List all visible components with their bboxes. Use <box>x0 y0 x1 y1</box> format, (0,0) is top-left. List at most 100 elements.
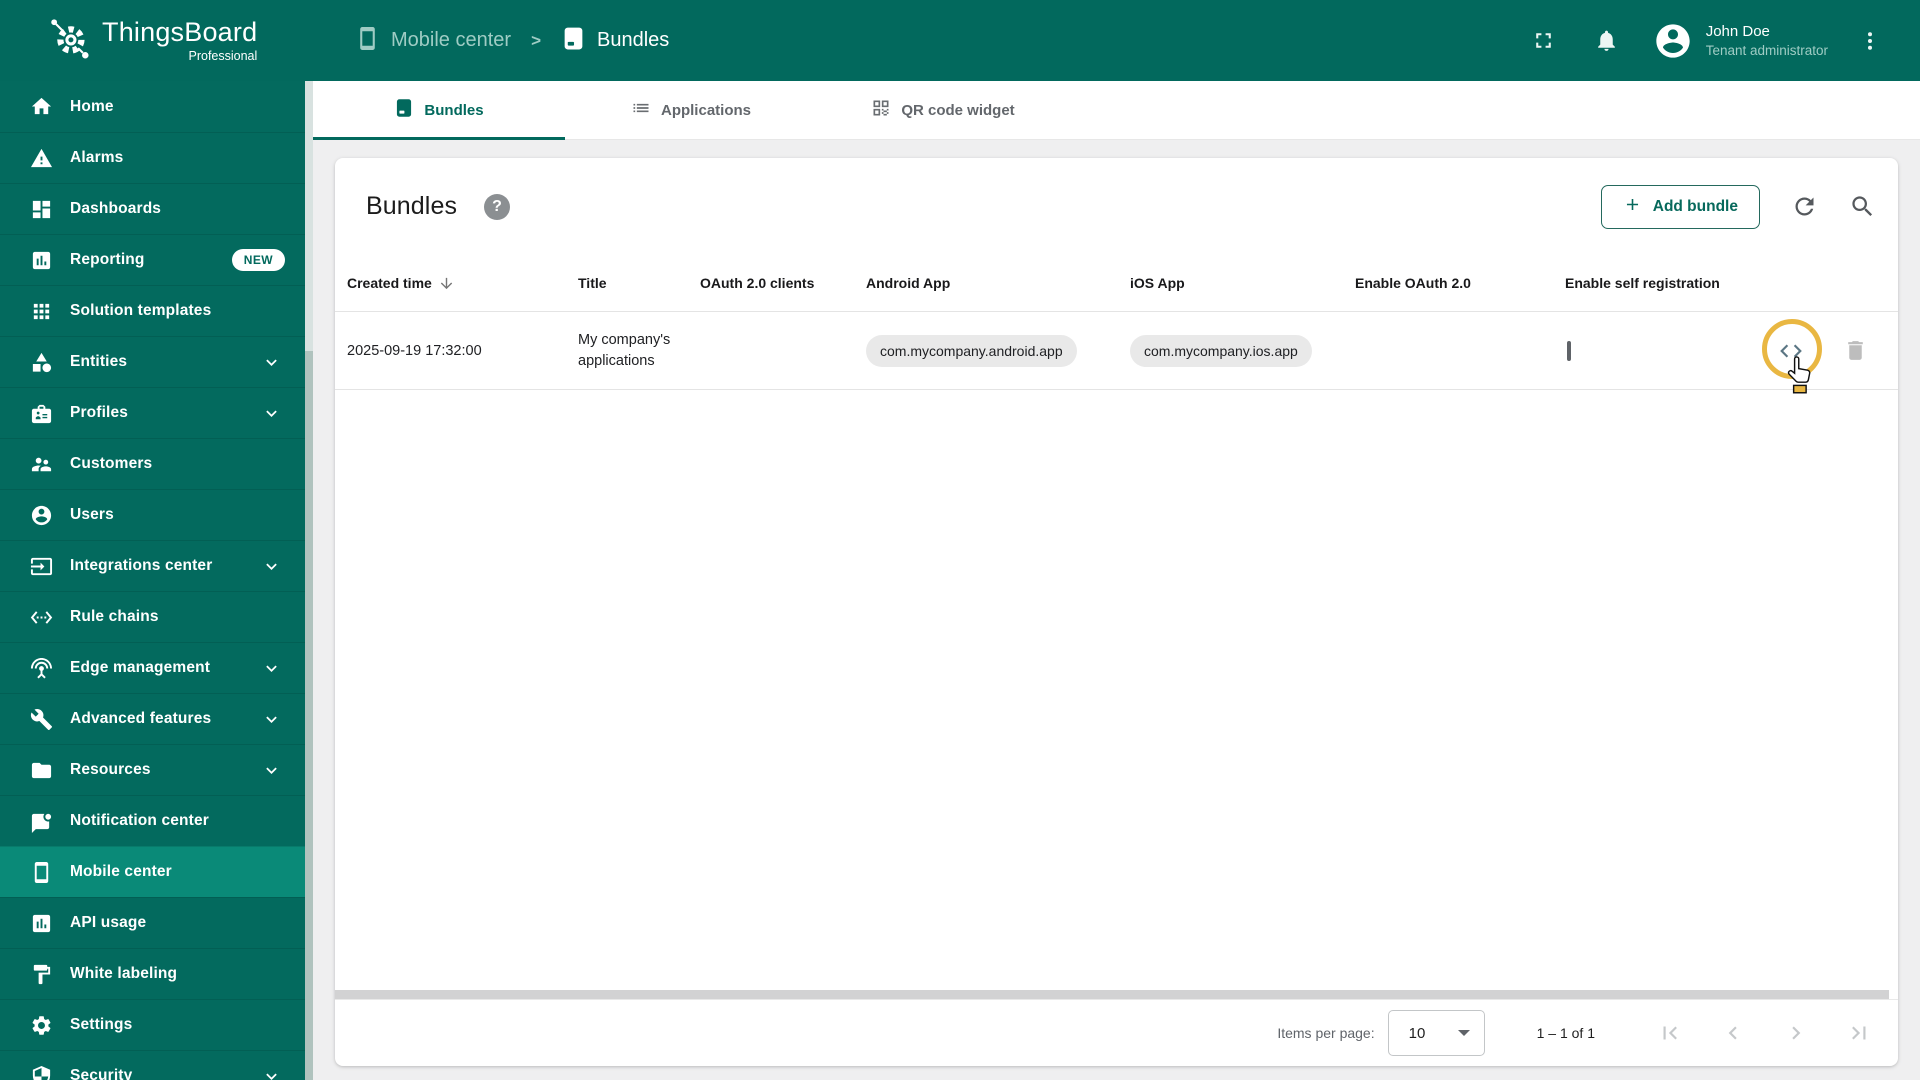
main-content: Bundles Applications QR code widget Bund… <box>313 81 1920 1080</box>
horizontal-scrollbar-thumb[interactable] <box>335 990 1889 999</box>
sidebar-item-settings[interactable]: Settings <box>0 999 305 1050</box>
card-header: Bundles ? Add bundle <box>335 158 1898 255</box>
tab-label: Applications <box>660 101 751 119</box>
sidebar-item-edge-management[interactable]: Edge management <box>0 642 305 693</box>
page-range-label: 1 – 1 of 1 <box>1536 1025 1595 1041</box>
sidebar-item-dashboards[interactable]: Dashboards <box>0 183 305 234</box>
sidebar-item-solution-templates[interactable]: Solution templates <box>0 285 305 336</box>
cell-enable-oauth <box>1355 343 1565 359</box>
category-icon <box>30 351 53 374</box>
user-name: John Doe <box>1705 22 1770 40</box>
rule-chain-icon <box>30 606 53 629</box>
sidebar-item-api-usage[interactable]: API usage <box>0 897 305 948</box>
android-app-chip: com.mycompany.android.app <box>866 334 1077 367</box>
tab-label: Bundles <box>424 101 484 119</box>
warning-icon <box>30 147 53 170</box>
header-actions: John Doe Tenant administrator <box>1531 21 1920 61</box>
breadcrumb-mobile-center[interactable]: Mobile center <box>355 26 511 56</box>
items-per-page-label: Items per page: <box>1277 1025 1375 1041</box>
mobile-app-code-snippet-icon[interactable] <box>1778 338 1804 364</box>
sidebar-scrollbar <box>305 81 313 1080</box>
tab-bundles[interactable]: Bundles <box>313 81 565 140</box>
table-empty-area <box>335 390 1898 990</box>
first-page-icon[interactable] <box>1657 1020 1683 1046</box>
column-header-enable-oauth: Enable OAuth 2.0 <box>1355 275 1471 291</box>
sidebar-item-alarms[interactable]: Alarms <box>0 132 305 183</box>
column-header-created-time[interactable]: Created time <box>347 275 578 292</box>
report-icon <box>30 249 53 272</box>
column-header-title: Title <box>578 275 607 291</box>
user-menu[interactable]: John Doe Tenant administrator <box>1706 22 1828 60</box>
smartphone-icon <box>355 26 380 56</box>
chevron-down-icon <box>261 1066 282 1080</box>
more-options-kebab-icon[interactable] <box>1858 29 1882 53</box>
notification-icon <box>30 810 53 833</box>
cell-created-time: 2025-09-19 17:32:00 <box>347 342 482 359</box>
bundle-icon <box>561 26 586 56</box>
apps-grid-icon <box>30 300 53 323</box>
sidebar-menu: Home Alarms Dashboards Reporting NEW Sol… <box>0 81 305 1080</box>
refresh-icon[interactable] <box>1791 193 1818 220</box>
page-size-select[interactable]: 10 <box>1387 1010 1485 1056</box>
home-icon <box>30 95 53 118</box>
breadcrumb-bundles[interactable]: Bundles <box>561 26 669 56</box>
tab-label: QR code widget <box>901 101 1015 119</box>
bundles-table-card: Bundles ? Add bundle Created time Title … <box>335 158 1898 1066</box>
user-role: Tenant administrator <box>1705 42 1828 58</box>
previous-page-icon[interactable] <box>1720 1020 1746 1046</box>
sidebar-item-white-labeling[interactable]: White labeling <box>0 948 305 999</box>
card-header-actions: Add bundle <box>1600 184 1876 229</box>
next-page-icon[interactable] <box>1783 1020 1809 1046</box>
dropdown-caret-icon <box>1457 1030 1470 1036</box>
sidebar-item-users[interactable]: Users <box>0 489 305 540</box>
user-avatar[interactable] <box>1653 21 1693 61</box>
plus-icon <box>1623 195 1642 219</box>
add-bundle-button[interactable]: Add bundle <box>1600 184 1760 229</box>
sidebar-item-integrations-center[interactable]: Integrations center <box>0 540 305 591</box>
badge-icon <box>30 402 53 425</box>
sidebar-item-security[interactable]: Security <box>0 1050 305 1080</box>
sidebar-item-mobile-center[interactable]: Mobile center <box>0 846 305 897</box>
paginator-buttons <box>1657 1020 1872 1046</box>
bundle-icon <box>394 98 414 122</box>
brand-subtitle: Professional <box>188 48 258 63</box>
ios-app-chip: com.mycompany.ios.app <box>1130 334 1312 367</box>
sidebar-item-entities[interactable]: Entities <box>0 336 305 387</box>
search-icon[interactable] <box>1849 193 1876 220</box>
fullscreen-icon[interactable] <box>1531 28 1556 53</box>
logo-text: ThingsBoard Professional <box>102 17 258 63</box>
qr-code-icon <box>871 98 891 122</box>
chart-icon <box>30 912 53 935</box>
help-icon[interactable]: ? <box>484 193 511 220</box>
sort-desc-arrow-icon <box>438 275 455 292</box>
sidebar-item-notification-center[interactable]: Notification center <box>0 795 305 846</box>
column-header-android-app: Android App <box>866 275 951 291</box>
folder-icon <box>30 759 53 782</box>
tab-applications[interactable]: Applications <box>565 81 817 139</box>
integration-icon <box>30 555 53 578</box>
sidebar-item-rule-chains[interactable]: Rule chains <box>0 591 305 642</box>
sidebar-item-resources[interactable]: Resources <box>0 744 305 795</box>
antenna-icon <box>30 657 53 680</box>
enable-self-registration-checkbox[interactable] <box>1567 340 1571 361</box>
sidebar-item-reporting[interactable]: Reporting NEW <box>0 234 305 285</box>
notifications-bell-icon[interactable] <box>1594 28 1619 53</box>
table-row[interactable]: 2025-09-19 17:32:00 My company's applica… <box>335 312 1898 390</box>
breadcrumb-label: Bundles <box>597 29 670 51</box>
chevron-down-icon <box>261 760 282 781</box>
tab-qr-code-widget[interactable]: QR code widget <box>817 81 1069 139</box>
last-page-icon[interactable] <box>1846 1020 1872 1046</box>
thingsboard-gear-logo-icon <box>46 15 92 66</box>
delete-trash-icon[interactable] <box>1843 338 1868 363</box>
cell-enable-self-registration <box>1565 340 1758 361</box>
gear-icon <box>30 1014 53 1037</box>
thingsboard-logo[interactable]: ThingsBoard Professional <box>0 15 313 66</box>
sidebar-item-advanced-features[interactable]: Advanced features <box>0 693 305 744</box>
page-title: Bundles <box>366 192 458 220</box>
brand-name: ThingsBoard <box>102 17 258 48</box>
sidebar-item-home[interactable]: Home <box>0 81 305 132</box>
sidebar-scrollbar-thumb[interactable] <box>305 81 313 351</box>
cell-android-app: com.mycompany.android.app <box>866 334 1130 367</box>
sidebar-item-customers[interactable]: Customers <box>0 438 305 489</box>
sidebar-item-profiles[interactable]: Profiles <box>0 387 305 438</box>
